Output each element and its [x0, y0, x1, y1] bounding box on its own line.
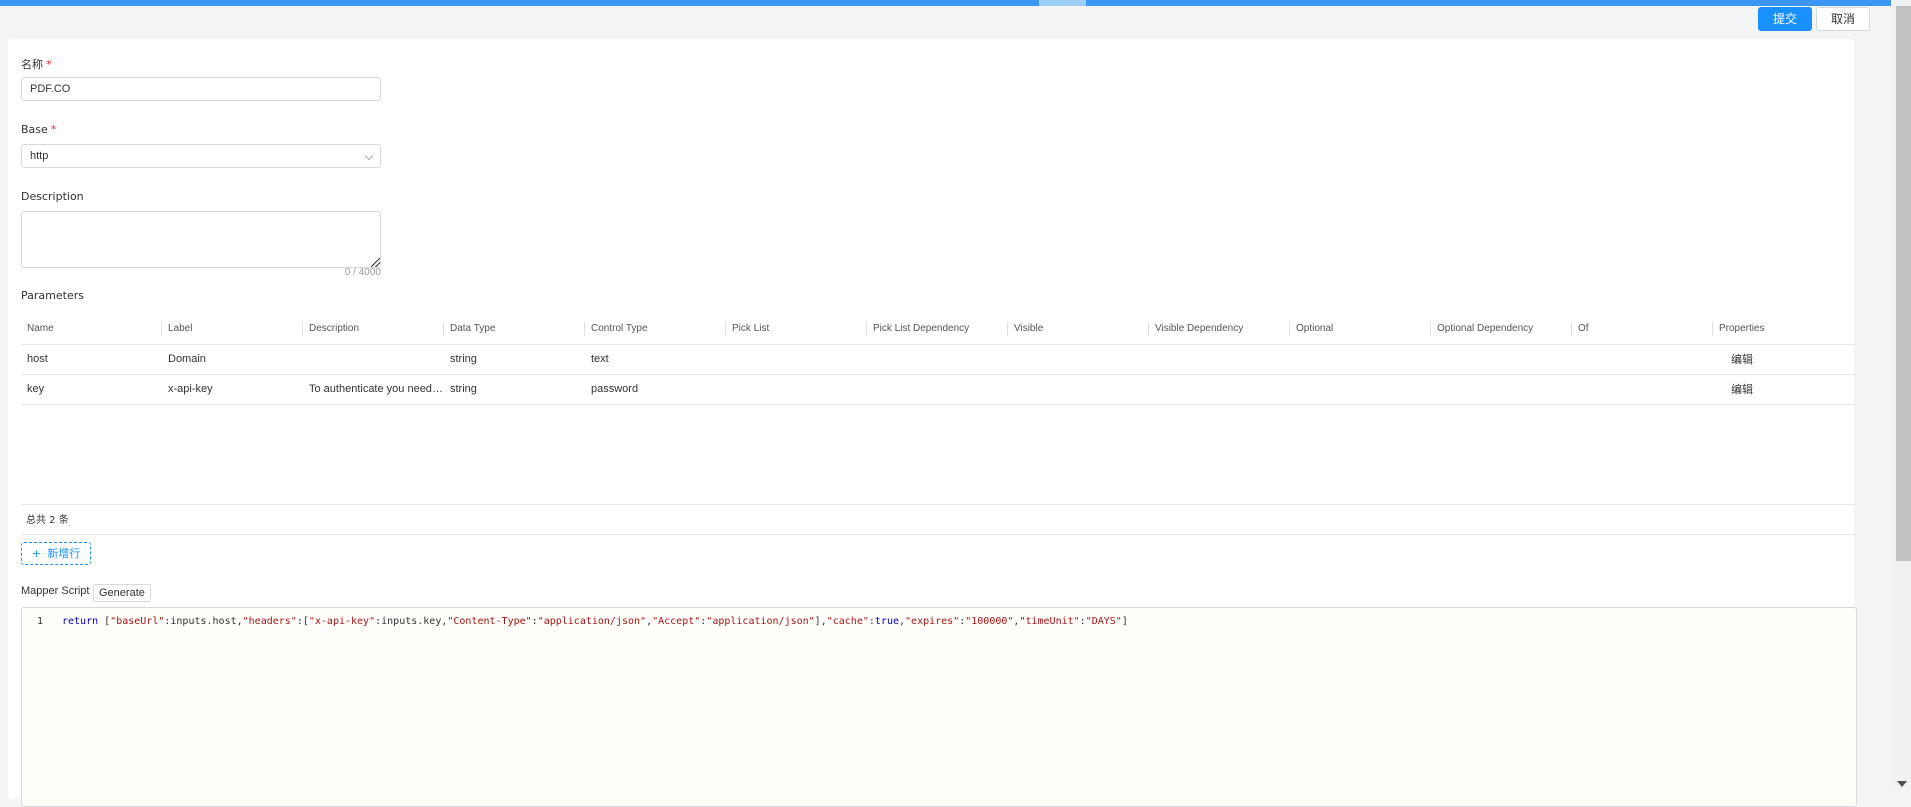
- code-line: return ["baseUrl":inputs.host,"headers":…: [62, 616, 1128, 627]
- code-token: true: [874, 616, 899, 627]
- top-bar-highlight: [1039, 0, 1086, 6]
- base-label-text: Base: [21, 123, 48, 136]
- column-header[interactable]: Label: [162, 314, 303, 344]
- code-editor[interactable]: 1 return ["baseUrl":inputs.host,"headers…: [21, 607, 1857, 807]
- code-token: "headers": [242, 616, 297, 627]
- column-header[interactable]: Visible Dependency: [1149, 314, 1290, 344]
- column-header[interactable]: Visible: [1008, 314, 1149, 344]
- parameters-title: Parameters: [21, 289, 84, 302]
- generate-button[interactable]: Generate: [93, 584, 151, 602]
- header-actions: 提交 取消: [1757, 7, 1870, 31]
- table-cell: [726, 345, 867, 374]
- table-cell: [1572, 375, 1713, 404]
- column-header[interactable]: Data Type: [444, 314, 585, 344]
- code-token: "x-api-key": [308, 616, 376, 627]
- chevron-down-icon: [364, 151, 374, 161]
- base-label: Base *: [21, 123, 56, 136]
- column-header[interactable]: Pick List Dependency: [867, 314, 1008, 344]
- code-token: "expires": [905, 616, 960, 627]
- code-token: "DAYS": [1085, 616, 1122, 627]
- description-counter: 0 / 4000: [344, 267, 381, 278]
- table-cell: [867, 375, 1008, 404]
- code-token: :inputs.key,: [375, 616, 448, 627]
- table-cell: [1431, 375, 1572, 404]
- name-input[interactable]: PDF.CO: [21, 77, 381, 101]
- column-header[interactable]: Optional Dependency: [1431, 314, 1572, 344]
- parameters-table: Name Label Description Data Type Control…: [21, 314, 1857, 405]
- code-token: "Accept": [652, 616, 701, 627]
- table-cell: text: [591, 353, 609, 365]
- scroll-down-arrow-icon[interactable]: [1897, 781, 1907, 787]
- base-select-value: http: [30, 150, 49, 162]
- top-loading-bar: [0, 0, 1891, 6]
- column-header[interactable]: Pick List: [726, 314, 867, 344]
- table-cell: [303, 345, 444, 374]
- table-cell: [726, 375, 867, 404]
- table-row[interactable]: key x-api-key To authenticate you need .…: [21, 375, 1857, 405]
- column-header[interactable]: Of: [1572, 314, 1713, 344]
- code-token: "100000": [965, 616, 1014, 627]
- add-row-label: 新增行: [47, 547, 81, 560]
- table-cell: [1008, 375, 1149, 404]
- mapper-script-label: Mapper Script: [21, 585, 90, 597]
- form-panel: 名称 * PDF.CO Base * http Description 0 / 40…: [8, 39, 1857, 807]
- edit-link[interactable]: 编辑: [1713, 345, 1857, 374]
- table-cell: [1149, 375, 1290, 404]
- column-header[interactable]: Description: [303, 314, 444, 344]
- table-cell: To authenticate you need ...: [309, 383, 444, 395]
- edit-link[interactable]: 编辑: [1713, 375, 1857, 404]
- table-cell: [1290, 375, 1431, 404]
- table-cell: string: [450, 383, 477, 395]
- name-label: 名称 *: [21, 56, 52, 72]
- code-token: "application/json": [537, 616, 647, 627]
- code-token: :inputs.host,: [164, 616, 243, 627]
- table-cell: key: [27, 383, 45, 395]
- table-cell: [867, 345, 1008, 374]
- column-header[interactable]: Control Type: [585, 314, 726, 344]
- table-row[interactable]: host Domain string text 编辑: [21, 345, 1857, 375]
- table-cell: string: [450, 353, 477, 365]
- description-label: Description: [21, 190, 84, 203]
- code-token: [: [98, 616, 111, 627]
- table-cell: host: [27, 353, 48, 365]
- column-header[interactable]: Name: [21, 314, 162, 344]
- code-token: ],: [814, 616, 827, 627]
- name-label-text: 名称: [21, 58, 43, 71]
- code-token: "cache": [826, 616, 869, 627]
- code-token: return: [62, 616, 99, 627]
- table-cell: Domain: [168, 353, 206, 365]
- code-token: "timeUnit": [1019, 616, 1080, 627]
- code-token: :[: [296, 616, 309, 627]
- line-number: 1: [37, 616, 44, 627]
- required-mark: *: [50, 123, 57, 136]
- base-select[interactable]: http: [21, 144, 381, 168]
- table-cell: [1431, 345, 1572, 374]
- column-header[interactable]: Optional: [1290, 314, 1431, 344]
- page-scrollbar[interactable]: [1891, 0, 1911, 789]
- table-cell: [1290, 345, 1431, 374]
- code-token: ]: [1121, 616, 1128, 627]
- column-header[interactable]: Properties: [1713, 314, 1857, 344]
- description-textarea[interactable]: [21, 211, 381, 268]
- table-header: Name Label Description Data Type Control…: [21, 314, 1857, 345]
- code-token: "baseUrl": [110, 616, 165, 627]
- table-cell: [1572, 345, 1713, 374]
- table-total: 总共 2 条: [21, 504, 1857, 535]
- plus-icon: +: [32, 547, 42, 560]
- table-cell: x-api-key: [168, 383, 213, 395]
- scrollbar-thumb[interactable]: [1896, 6, 1911, 561]
- code-token: "application/json": [706, 616, 815, 627]
- submit-button[interactable]: 提交: [1757, 7, 1812, 31]
- cancel-button[interactable]: 取消: [1815, 7, 1870, 31]
- table-cell: password: [591, 383, 639, 395]
- required-mark: *: [46, 58, 52, 71]
- add-row-button[interactable]: + 新增行: [21, 542, 92, 565]
- code-token: "Content-Type": [447, 616, 532, 627]
- table-cell: [1149, 345, 1290, 374]
- table-cell: [1008, 345, 1149, 374]
